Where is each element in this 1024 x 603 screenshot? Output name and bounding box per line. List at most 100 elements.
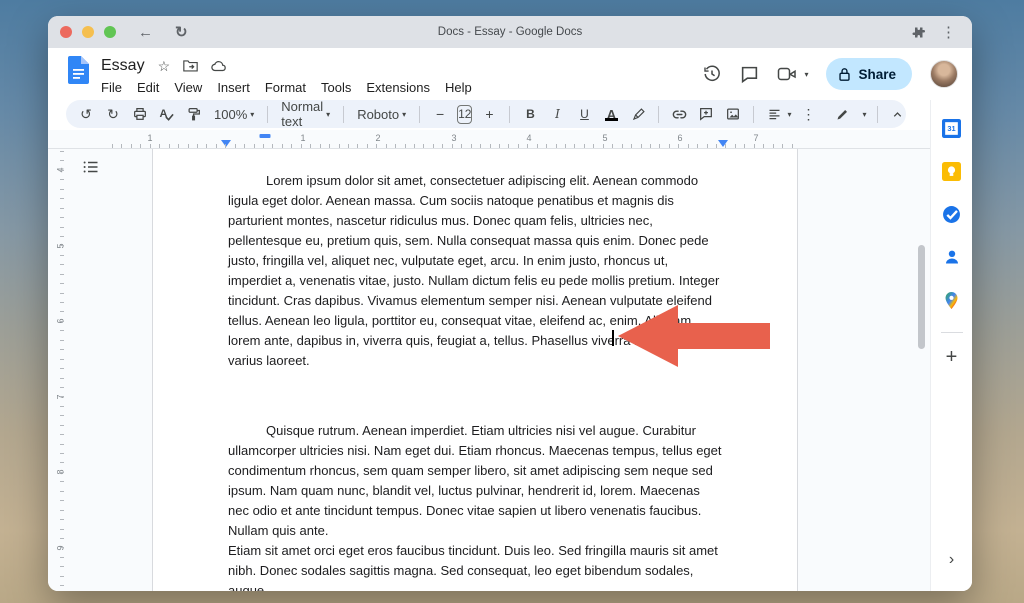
cloud-status-icon[interactable] (211, 60, 227, 72)
ruler-tick (508, 144, 509, 148)
document-title[interactable]: Essay (101, 57, 145, 75)
align-left-icon[interactable] (764, 103, 784, 125)
ruler-tick (225, 144, 226, 148)
zoom-select[interactable]: 100% ▾ (211, 107, 257, 122)
ruler-number: 1 (147, 133, 152, 143)
ruler-tick (518, 144, 519, 148)
ruler-tick (744, 144, 745, 148)
print-icon[interactable] (130, 103, 150, 125)
document-outline-icon[interactable] (80, 156, 102, 178)
ruler-tick (254, 144, 255, 148)
menu-tools[interactable]: Tools (321, 80, 351, 95)
hide-side-panel-chevron-icon[interactable]: › (949, 551, 954, 569)
paragraph[interactable]: Quisque rutrum. Aenean imperdiet. Etiam … (153, 421, 797, 541)
browser-titlebar: ← ↻ Docs - Essay - Google Docs ⋮ (48, 16, 972, 48)
ruler-tick (60, 283, 64, 284)
google-calendar-icon[interactable]: 31 (939, 115, 965, 141)
ruler-tick (112, 144, 113, 148)
ruler-tick (688, 144, 689, 148)
redo-icon[interactable]: ↻ (103, 103, 123, 125)
ruler-tick (263, 144, 264, 148)
font-family-select[interactable]: Roboto ▾ (354, 107, 409, 122)
editing-mode-pen-icon[interactable] (833, 103, 853, 125)
menu-extensions[interactable]: Extensions (366, 80, 430, 95)
move-to-folder-icon[interactable] (183, 59, 198, 72)
ruler-tick (60, 340, 64, 341)
style-caret-icon: ▾ (326, 110, 330, 119)
meet-dropdown-caret-icon[interactable]: ▾ (804, 70, 808, 79)
insert-image-icon[interactable] (723, 103, 743, 125)
right-indent-marker[interactable] (718, 140, 728, 147)
paragraph[interactable]: Etiam sit amet orci eget eros faucibus t… (153, 541, 797, 591)
version-history-icon[interactable] (702, 64, 722, 84)
red-annotation-arrow-shaft (676, 323, 770, 349)
document-page[interactable]: Lorem ipsum dolor sit amet, consectetuer… (152, 149, 798, 591)
meet-video-call-button[interactable]: ▾ (777, 66, 808, 82)
share-button[interactable]: Share (826, 58, 912, 90)
ruler-tick (60, 245, 64, 246)
ruler-tick (60, 529, 64, 530)
ruler-tick (612, 144, 613, 148)
ruler-tick (60, 349, 64, 350)
font-size-input[interactable]: 12 (457, 105, 472, 124)
ruler-tick (60, 396, 64, 397)
google-contacts-icon[interactable] (939, 244, 965, 270)
google-maps-icon[interactable] (939, 287, 965, 313)
underline-icon[interactable]: U (574, 103, 594, 125)
ruler-tick (725, 144, 726, 148)
horizontal-ruler: 11234567 (104, 133, 806, 148)
google-tasks-icon[interactable] (939, 201, 965, 227)
menu-help[interactable]: Help (445, 80, 472, 95)
italic-icon[interactable]: I (547, 103, 567, 125)
paint-format-icon[interactable] (184, 103, 204, 125)
get-addons-plus-icon[interactable]: + (946, 347, 958, 367)
ruler-tick (60, 519, 64, 520)
undo-icon[interactable]: ↺ (76, 103, 96, 125)
text-color-icon[interactable]: A (607, 107, 616, 122)
paragraph-style-select[interactable]: Normal text ▾ (278, 99, 333, 129)
ruler-number: 6 (677, 133, 682, 143)
star-icon[interactable]: ☆ (158, 59, 171, 73)
ruler-tick (622, 144, 623, 148)
add-comment-icon[interactable] (696, 103, 716, 125)
ruler-tick (357, 144, 358, 148)
ruler-tick (329, 144, 330, 148)
ruler-tick (60, 415, 64, 416)
ruler-tick (121, 144, 122, 148)
toolbar: ↺ ↻ A 100% ▾ (66, 100, 906, 128)
editing-mode-caret-icon[interactable]: ▾ (863, 110, 867, 119)
vertical-scrollbar[interactable] (918, 245, 925, 349)
menu-insert[interactable]: Insert (217, 80, 250, 95)
align-caret-icon[interactable]: ▾ (787, 110, 791, 119)
first-line-indent-marker[interactable] (260, 134, 271, 138)
vertical-ruler: 456789 (58, 149, 72, 589)
google-keep-icon[interactable] (939, 158, 965, 184)
account-avatar[interactable] (930, 60, 958, 88)
toolbar-more-icon[interactable]: ⋮ (799, 103, 819, 125)
decrease-font-size-button[interactable]: − (430, 103, 450, 125)
ruler-tick (339, 144, 340, 148)
highlight-color-icon[interactable] (628, 103, 648, 125)
comment-history-icon[interactable] (740, 65, 759, 84)
menu-view[interactable]: View (174, 80, 202, 95)
ruler-tick (735, 144, 736, 148)
ruler-tick (60, 576, 64, 577)
ruler-tick (452, 144, 453, 148)
hide-menus-chevron-icon[interactable] (888, 103, 908, 125)
ruler-tick (461, 144, 462, 148)
ruler-tick (60, 462, 64, 463)
ruler-tick (773, 144, 774, 148)
ruler-tick (60, 302, 64, 303)
ruler-tick (60, 453, 64, 454)
menu-file[interactable]: File (101, 80, 122, 95)
bold-icon[interactable]: B (520, 103, 540, 125)
insert-link-icon[interactable] (669, 103, 689, 125)
google-docs-logo-icon[interactable] (68, 56, 89, 84)
side-panel: 31 (930, 100, 972, 591)
menu-edit[interactable]: Edit (137, 80, 159, 95)
increase-font-size-button[interactable]: + (479, 103, 499, 125)
spellcheck-icon[interactable]: A (157, 103, 177, 125)
ruler-tick (60, 359, 64, 360)
ruler-tick (60, 585, 64, 586)
menu-format[interactable]: Format (265, 80, 306, 95)
